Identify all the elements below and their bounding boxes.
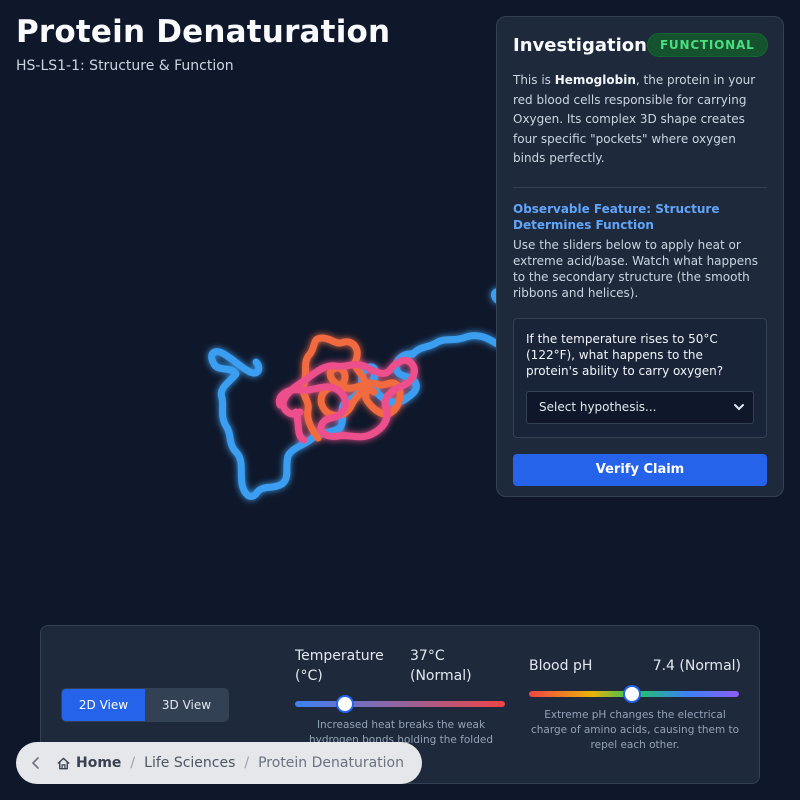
ph-slider-group: Blood pH 7.4 (Normal) Extreme pH changes… (529, 656, 741, 776)
breadcrumb: Home / Life Sciences / Protein Denaturat… (16, 742, 422, 784)
view-3d-button[interactable]: 3D View (145, 689, 228, 721)
home-icon (57, 757, 70, 769)
feature-title: Observable Feature: Structure Determines… (513, 201, 720, 232)
ph-label: Blood pH (529, 658, 593, 674)
intro-text: This is Hemoglobin, the protein in your … (513, 73, 756, 165)
breadcrumb-section[interactable]: Life Sciences (144, 755, 235, 771)
divider (513, 186, 767, 188)
temperature-slider-thumb[interactable] (336, 695, 355, 713)
hypothesis-select[interactable]: Select hypothesis... (526, 390, 754, 424)
breadcrumb-home[interactable]: Home (56, 755, 121, 771)
ph-description: Extreme pH changes the electrical charge… (530, 709, 740, 751)
feature-text: Use the sliders below to apply heat or e… (513, 237, 758, 300)
temperature-track[interactable] (295, 701, 505, 707)
ph-value: 7.4 (Normal) (652, 658, 741, 674)
question-box: If the temperature rises to 50°C (122°F)… (513, 317, 767, 438)
question-text: If the temperature rises to 50°C (122°F)… (526, 331, 724, 378)
temperature-label: Temperature (°C) (295, 648, 384, 684)
breadcrumb-separator: / (130, 755, 136, 771)
verify-claim-button[interactable]: Verify Claim (513, 453, 767, 486)
protein-name: Hemoglobin (554, 73, 636, 87)
breadcrumb-separator: / (244, 755, 250, 771)
status-badge: FUNCTIONAL (646, 33, 768, 57)
investigation-panel: Investigation FUNCTIONAL This is Hemoglo… (496, 16, 784, 497)
chevron-down-icon (734, 404, 744, 411)
panel-title: Investigation (513, 34, 647, 56)
select-value: Select hypothesis... (539, 400, 657, 414)
breadcrumb-current: Protein Denaturation (258, 755, 404, 771)
view-2d-button[interactable]: 2D View (62, 689, 145, 721)
ph-slider-thumb[interactable] (622, 685, 641, 703)
temperature-value: 37°C (Normal) (410, 648, 472, 684)
chevron-left-icon[interactable] (30, 756, 42, 770)
view-toggle: 2D View 3D View (61, 688, 229, 722)
